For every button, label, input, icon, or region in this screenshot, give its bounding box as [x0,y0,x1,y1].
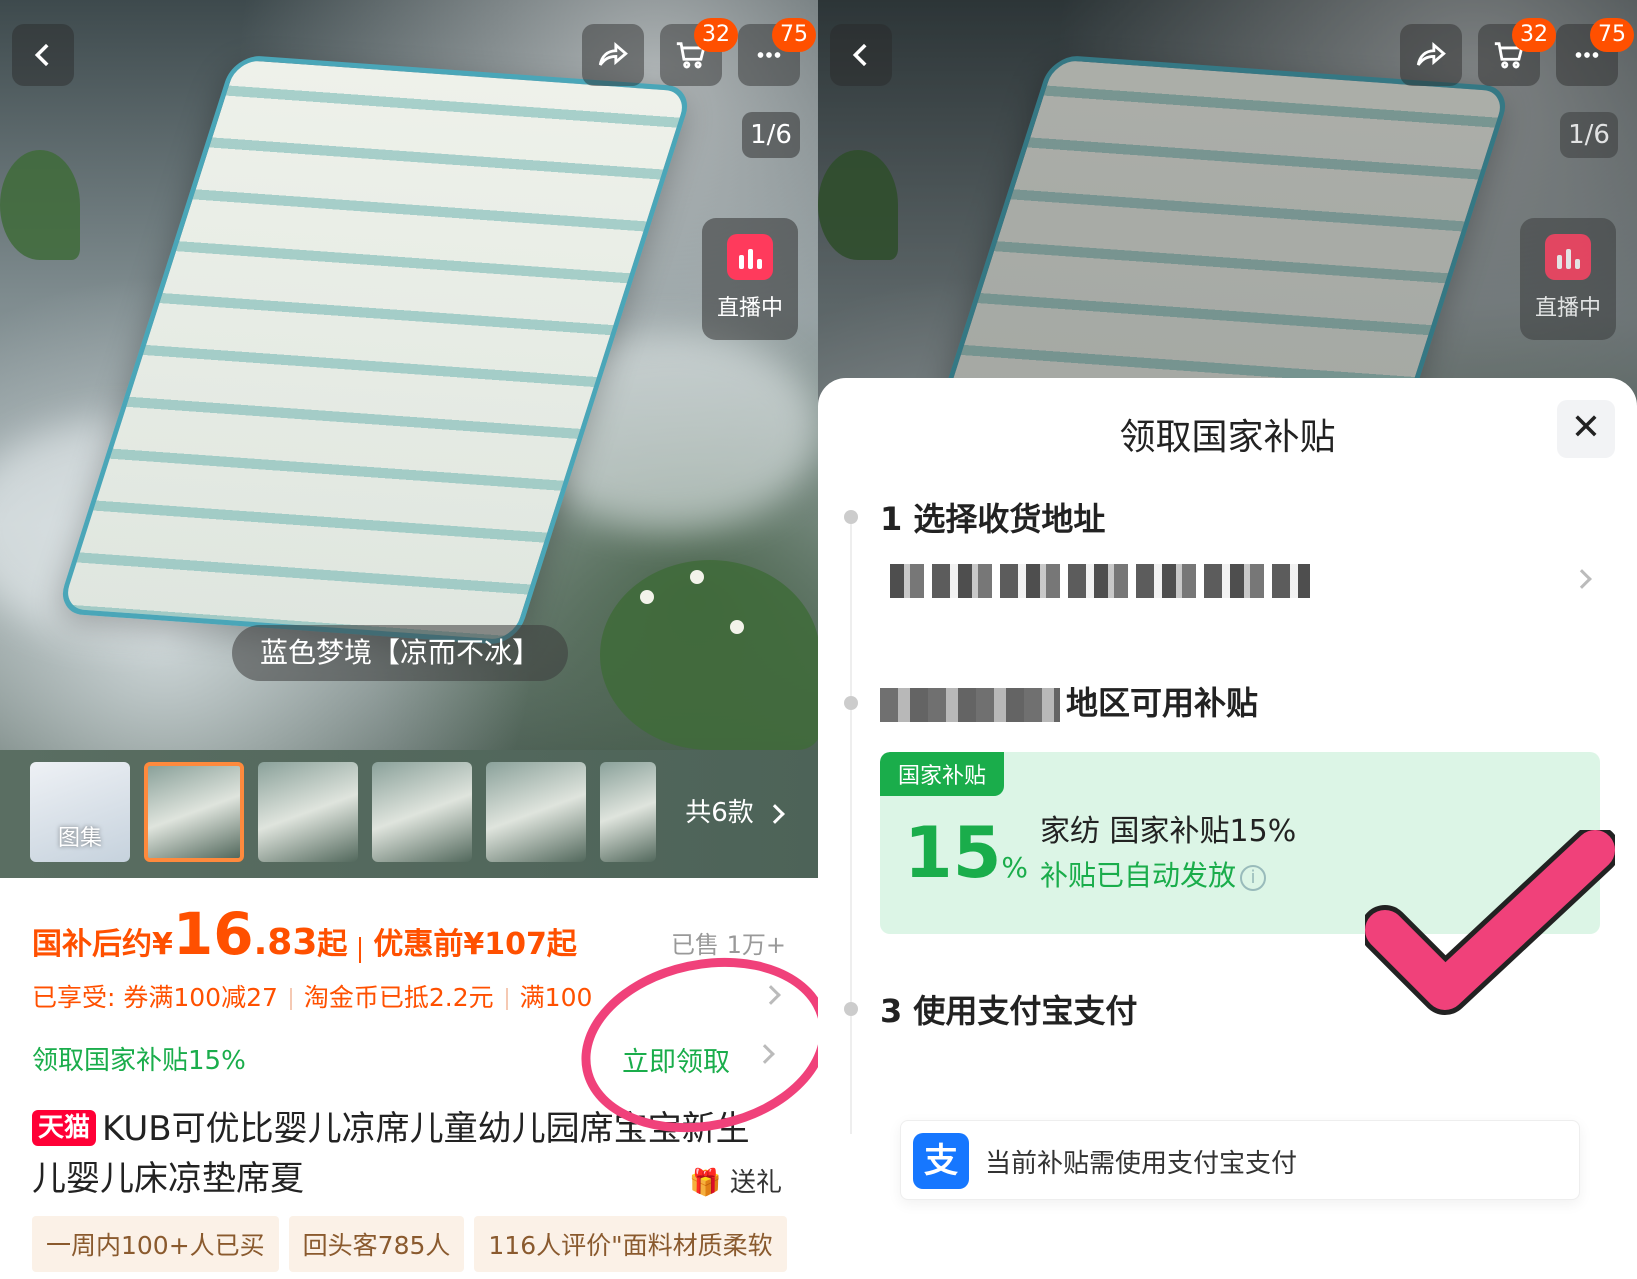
step-dot [844,1002,858,1016]
step-alipay: 3 使用支付宝支付 [880,992,1138,1030]
variant-count-button[interactable]: 共6款 [685,792,785,829]
alipay-icon: 支 [913,1133,969,1189]
subsidy-sheet-page: 32 75 1/6 直播中 领取国家补贴 ✕ 1 选择收货地址 地区可用补贴 国… [818,0,1637,1279]
live-button[interactable]: 直播中 [1520,218,1616,340]
price-currency: ¥ [152,927,173,962]
image-pager: 1/6 [742,112,800,158]
cart-button[interactable]: 32 [1478,18,1556,86]
thumbnail-gallery-label: 图集 [57,826,102,851]
share-icon [1416,42,1446,66]
step-dot [844,696,858,710]
thumbnail-item[interactable] [144,762,244,862]
info-icon[interactable]: i [1240,865,1267,891]
thumbnail-item[interactable] [258,762,358,862]
back-button[interactable] [830,24,892,86]
live-label: 直播中 [1534,296,1601,321]
blanket-image [55,54,695,646]
cart-button[interactable]: 32 [660,18,738,86]
original-price: 优惠前¥107起 [373,927,577,962]
annotation-checkmark [1365,830,1615,1015]
gift-icon: 🎁 [689,1168,722,1198]
back-button[interactable] [12,24,74,86]
share-icon [598,42,628,66]
price-integer: 16 [172,900,254,968]
share-button[interactable] [582,24,644,86]
more-button[interactable]: 75 [738,18,816,86]
gift-label: 送礼 [729,1168,782,1198]
more-button[interactable]: 75 [1556,18,1634,86]
live-button[interactable]: 直播中 [702,218,798,340]
address-selector[interactable] [890,564,1310,598]
tmall-badge: 天猫 [32,1110,97,1146]
subsidy-name: 家纺 国家补贴15% [1040,814,1297,849]
product-tag: 回头客785人 [288,1216,465,1272]
live-label: 直播中 [716,296,783,321]
product-tags: 一周内100+人已买 回头客785人 116人评价"面料材质柔软 [32,1216,797,1272]
message-badge: 75 [772,18,816,52]
promo-item: 淘金币已抵2.2元 [303,983,494,1012]
live-icon [1545,234,1591,280]
step-select-address: 1 选择收货地址 [880,500,1106,538]
subsidy-percent: 15% [904,812,1029,894]
step-available-subsidy: 地区可用补贴 [1066,684,1259,722]
step-rail [850,514,852,1134]
subsidy-status: 补贴已自动发放 i [1040,854,1267,894]
price-suffix: 起 [317,927,348,962]
alipay-notice: 支 当前补贴需使用支付宝支付 [900,1120,1580,1200]
thumbnail-item[interactable] [600,762,656,862]
cart-badge: 32 [694,18,738,52]
chevron-right-icon [1572,569,1592,589]
variant-label: 蓝色梦境【凉而不冰】 [232,625,569,681]
image-pager: 1/6 [1560,112,1618,158]
redacted-text [880,688,1060,722]
live-icon [727,234,773,280]
price-decimal: .83 [253,922,318,963]
alipay-note: 当前补贴需使用支付宝支付 [985,1149,1298,1179]
thumbnail-item[interactable] [372,762,472,862]
product-tag: 116人评价"面料材质柔软 [474,1216,787,1272]
back-icon [34,43,49,67]
close-button[interactable]: ✕ [1557,400,1615,458]
thumbnail-strip: 图集 共6款 [0,750,818,878]
price-prefix: 国补后约 [32,927,152,962]
product-hero-image[interactable]: 32 75 1/6 直播中 蓝色梦境【凉而不冰】 [0,0,818,750]
cart-badge: 32 [1512,18,1556,52]
gift-button[interactable]: 🎁 送礼 [689,1162,782,1199]
chevron-right-icon [765,804,785,824]
variant-count-label: 共6款 [685,798,754,828]
thumbnail-gallery[interactable]: 图集 [30,762,130,862]
subsidy-bottom-sheet: 领取国家补贴 ✕ 1 选择收货地址 地区可用补贴 国家补贴 15% 家纺 国家补… [818,378,1637,1279]
step-dot [844,510,858,524]
subsidy-tag: 国家补贴 [880,752,1005,796]
promo-item: 已享受: 券满100减27 [32,983,278,1012]
back-icon [852,43,867,67]
share-button[interactable] [1400,24,1462,86]
sold-count: 已售 1万+ [670,931,786,959]
close-icon: ✕ [1570,407,1602,448]
message-badge: 75 [1590,18,1634,52]
promo-item: 满100 [519,983,593,1012]
product-tag: 一周内100+人已买 [32,1216,279,1272]
product-page: 32 75 1/6 直播中 蓝色梦境【凉而不冰】 图集 共6款 国补后约¥16.… [0,0,818,1279]
sheet-title: 领取国家补贴 [1119,417,1336,458]
thumbnail-item[interactable] [486,762,586,862]
subsidy-claim-text: 领取国家补贴15% [32,1046,246,1076]
